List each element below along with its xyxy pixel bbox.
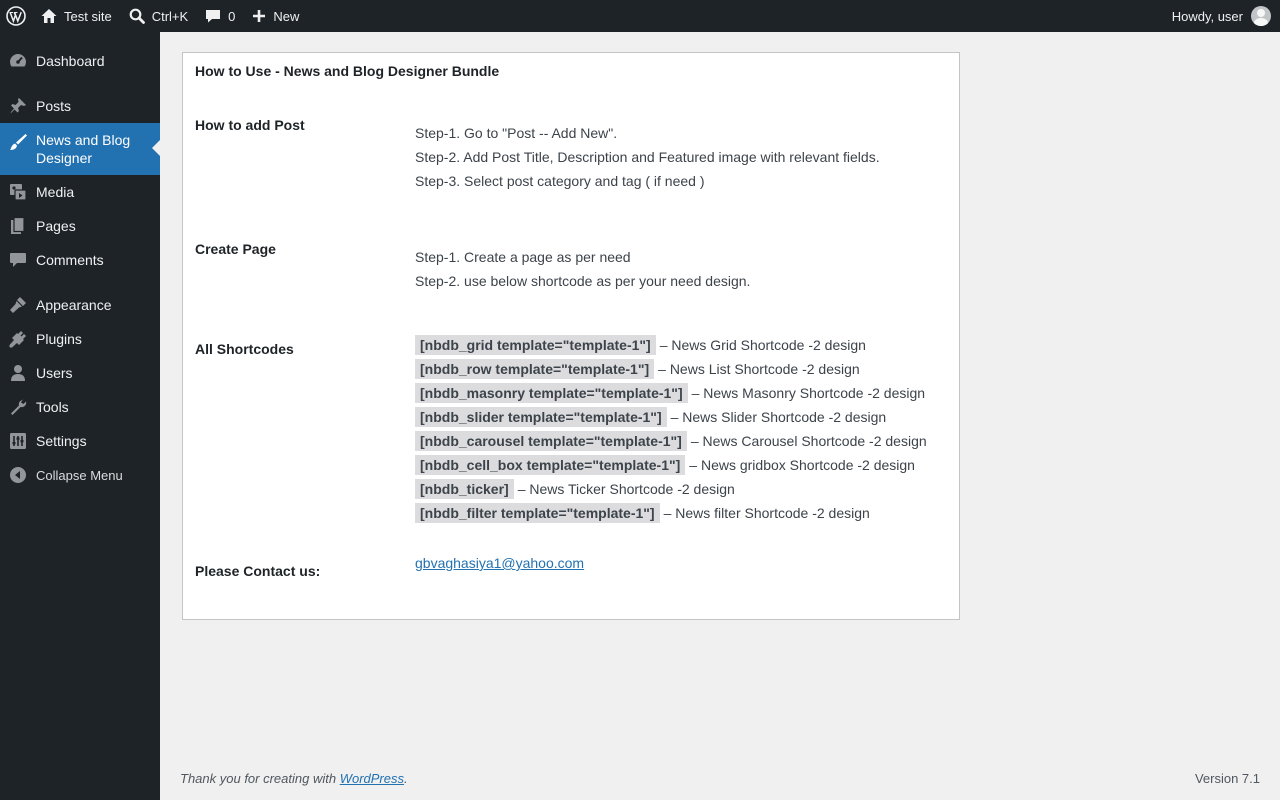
shortcode-row: [nbdb_carousel template="template-1"] – N… [415,429,927,453]
sidebar-item-label: Users [36,365,73,381]
sidebar-item-label: Settings [36,433,87,449]
shortcode-row: [nbdb_filter template="template-1"] – New… [415,501,870,525]
comments-count: 0 [228,8,236,24]
shortcode-row: [nbdb_ticker] – News Ticker Shortcode -2 … [415,477,735,501]
comments-link[interactable]: 0 [196,0,243,32]
shortcode-desc: – News Carousel Shortcode -2 design [690,433,927,449]
wrench-icon [0,397,36,417]
panel-title: How to Use - News and Blog Designer Bund… [195,63,500,79]
sidebar-item-media[interactable]: Media [0,175,160,209]
sidebar-item-plugins[interactable]: Plugins [0,322,160,356]
sidebar-item-appearance[interactable]: Appearance [0,288,160,322]
admin-bar: Test site Ctrl+K 0 New Howdy, user [0,0,1280,32]
shortcode-desc: – News List Shortcode -2 design [658,361,860,377]
sidebar-item-label: Tools [36,399,69,415]
pin-icon [0,96,36,116]
shortcode-row: [nbdb_slider template="template-1"] – New… [415,405,886,429]
sidebar-item-comments[interactable]: Comments [0,243,160,277]
shortcode-code: [nbdb_grid template="template-1"] [415,335,656,355]
admin-menu: Dashboard Posts News and Blog Designer M… [0,32,160,492]
footer-thanks-prefix: Thank you for creating with [180,771,340,786]
shortcode-desc: – News gridbox Shortcode -2 design [689,457,915,473]
add-post-step: Step-1. Go to "Post -- Add New". [415,125,618,141]
sidebar-item-posts[interactable]: Posts [0,89,160,123]
sidebar-item-dashboard[interactable]: Dashboard [0,44,160,78]
create-page-step: Step-2. use below shortcode as per your … [415,273,751,289]
wordpress-logo-icon [6,6,26,26]
sidebar-item-news-and-blog-designer[interactable]: News and Blog Designer [0,123,160,175]
sidebar-item-label: Media [36,184,75,200]
sidebar-item-settings[interactable]: Settings [0,424,160,458]
how-to-use-panel: How to Use - News and Blog Designer Bund… [182,52,960,620]
shortcode-row: [nbdb_masonry template="template-1"] – Ne… [415,381,925,405]
dashboard-icon [0,51,36,71]
sidebar-item-pages[interactable]: Pages [0,209,160,243]
shortcode-code: [nbdb_ticker] [415,479,514,499]
add-post-step: Step-2. Add Post Title, Description and … [415,149,880,165]
shortcode-desc: – News Slider Shortcode -2 design [670,409,887,425]
site-name-link[interactable]: Test site [34,0,120,32]
shortcode-row: [nbdb_row template="template-1"] – News L… [415,357,860,381]
command-palette-button[interactable]: Ctrl+K [120,0,196,32]
new-content-button[interactable]: New [243,0,307,32]
sidebar-item-label: Posts [36,98,72,114]
home-icon [40,7,64,25]
add-post-step: Step-3. Select post category and tag ( i… [415,173,705,189]
footer-thanks: Thank you for creating with WordPress. [180,771,408,786]
sidebar-item-tools[interactable]: Tools [0,390,160,424]
brush-icon [0,131,36,152]
collapse-icon [0,466,36,484]
shortcode-desc: – News Grid Shortcode -2 design [659,337,866,353]
sidebar-item-label: News and Blog Designer [36,132,131,166]
sidebar-item-label: Plugins [36,331,82,347]
shortcode-desc: – News filter Shortcode -2 design [663,505,870,521]
my-account-menu[interactable]: Howdy, user [1164,0,1280,32]
shortcode-desc: – News Masonry Shortcode -2 design [691,385,926,401]
plus-icon [251,8,273,24]
sidebar-item-label: Dashboard [36,53,105,69]
add-post-label: How to add Post [195,117,305,133]
footer-version: Version 7.1 [1194,771,1260,786]
shortcode-row: [nbdb_cell_box template="template-1"] – N… [415,453,915,477]
sidebar-item-label: Pages [36,218,76,234]
sidebar-item-label: Comments [36,252,104,268]
user-icon [0,363,36,383]
collapse-menu-button[interactable]: Collapse Menu [0,458,160,492]
sidebar-item-label: Collapse Menu [36,467,123,483]
shortcode-code: [nbdb_masonry template="template-1"] [415,383,688,403]
shortcode-desc: – News Ticker Shortcode -2 design [517,481,735,497]
create-page-step: Step-1. Create a page as per need [415,249,631,265]
shortcode-code: [nbdb_carousel template="template-1"] [415,431,687,451]
media-icon [0,182,36,202]
contact-label: Please Contact us: [195,563,321,579]
footer-thanks-suffix: . [404,771,408,786]
appearance-icon [0,295,36,315]
shortcode-row: [nbdb_grid template="template-1"] – News … [415,333,866,357]
main-content: How to Use - News and Blog Designer Bund… [160,32,1280,800]
admin-sidebar: Dashboard Posts News and Blog Designer M… [0,32,160,800]
shortcode-code: [nbdb_slider template="template-1"] [415,407,667,427]
create-page-label: Create Page [195,241,276,257]
search-icon [128,7,152,25]
sidebar-item-users[interactable]: Users [0,356,160,390]
wordpress-logo-menu[interactable] [0,0,34,32]
comment-bubble-icon [204,7,228,25]
shortcode-code: [nbdb_row template="template-1"] [415,359,655,379]
comment-icon [0,250,36,270]
settings-icon [0,431,36,451]
contact-email-link[interactable]: gbvaghasiya1@yahoo.com [415,555,584,571]
new-label: New [273,8,300,24]
sidebar-item-label: Appearance [36,297,112,313]
howdy-text: Howdy, user [1171,8,1243,24]
pages-icon [0,216,36,236]
plugin-icon [0,329,36,349]
avatar [1251,6,1271,26]
all-shortcodes-label: All Shortcodes [195,341,294,357]
shortcode-code: [nbdb_filter template="template-1"] [415,503,660,523]
site-name: Test site [64,8,112,24]
wordpress-link[interactable]: WordPress [340,771,404,786]
shortcode-code: [nbdb_cell_box template="template-1"] [415,455,686,475]
search-shortcut: Ctrl+K [151,8,189,24]
